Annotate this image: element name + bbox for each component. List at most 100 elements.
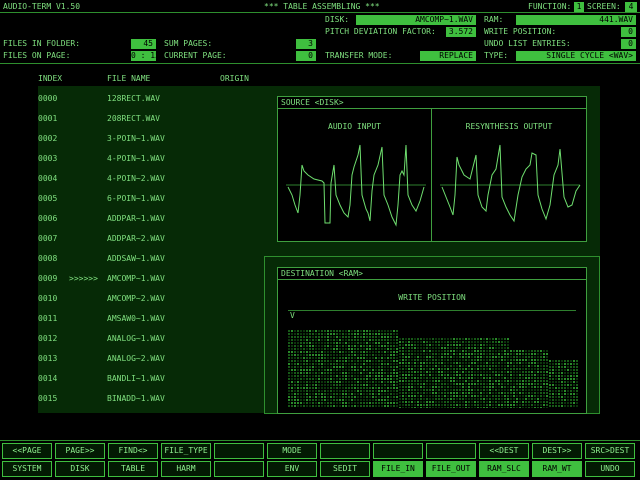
find-button[interactable]: FIND<> <box>108 443 158 459</box>
list-item[interactable]: 0007 ADDPAR~2.WAV <box>38 234 263 244</box>
wavetable-cell <box>378 405 380 407</box>
undo-button[interactable]: UNDO <box>585 461 635 477</box>
wavetable-display[interactable] <box>288 322 578 408</box>
wavetable-cell <box>558 390 560 392</box>
wavetable-cell <box>327 351 329 353</box>
wavetable-cell <box>381 384 383 386</box>
list-item[interactable]: 0008 ADDSAW~1.WAV <box>38 254 263 264</box>
list-item[interactable]: 0010 AMCOMP~2.WAV <box>38 294 263 304</box>
wavetable-cell <box>414 395 416 397</box>
wavetable-cell <box>357 342 359 344</box>
list-item[interactable]: 0001 208RECT.WAV <box>38 114 263 124</box>
write-pos-value[interactable]: 0 <box>621 27 636 37</box>
wavetable-cell <box>336 384 338 386</box>
wavetable-cell <box>405 356 407 358</box>
mode-button[interactable]: MODE <box>267 443 317 459</box>
wavetable-cell <box>534 371 536 373</box>
harm-button[interactable]: HARM <box>161 461 211 477</box>
wavetable-cell <box>351 399 353 401</box>
page-button[interactable]: PAGE>> <box>55 443 105 459</box>
type-value[interactable]: SINGLE CYCLE <WAV> <box>516 51 636 61</box>
src-dest-button[interactable]: SRC>DEST <box>585 443 635 459</box>
list-item[interactable]: 0009 >>>>>> AMCOMP~1.WAV <box>38 274 263 284</box>
env-button[interactable]: ENV <box>267 461 317 477</box>
wavetable-cell <box>489 398 491 400</box>
wavetable-cell <box>408 347 410 349</box>
list-item[interactable]: 0006 ADDPAR~1.WAV <box>38 214 263 224</box>
ram-slc-button[interactable]: RAM_SLC <box>479 461 529 477</box>
page-button[interactable]: <<PAGE <box>2 443 52 459</box>
file-in-button[interactable]: FILE_IN <box>373 461 423 477</box>
wavetable-cell <box>465 362 467 364</box>
wavetable-cell <box>465 392 467 394</box>
ram-wt-button[interactable]: RAM_WT <box>532 461 582 477</box>
wavetable-cell <box>432 347 434 349</box>
empty-button[interactable] <box>214 443 264 459</box>
disk-value[interactable]: AMCOMP~1.WAV <box>356 15 476 25</box>
wavetable-cell <box>573 384 575 386</box>
wavetable-cell <box>408 404 410 406</box>
wavetable-cell <box>315 384 317 386</box>
wavetable-cell <box>315 336 317 338</box>
wavetable-cell <box>516 377 518 379</box>
current-page-value[interactable]: 0 <box>296 51 316 61</box>
wavetable-cell <box>444 368 446 370</box>
empty-button[interactable] <box>320 443 370 459</box>
wavetable-cell <box>489 392 491 394</box>
wavetable-cell <box>357 360 359 362</box>
wavetable-cell <box>453 341 455 343</box>
wavetable-cell <box>408 344 410 346</box>
wavetable-cell <box>447 365 449 367</box>
wavetable-cell <box>471 368 473 370</box>
wavetable-cell <box>498 377 500 379</box>
list-item[interactable]: 0002 3-POIN~1.WAV <box>38 134 263 144</box>
disk-button[interactable]: DISK <box>55 461 105 477</box>
empty-button[interactable] <box>214 461 264 477</box>
list-item[interactable]: 0005 6-POIN~1.WAV <box>38 194 263 204</box>
dest-button[interactable]: DEST>> <box>532 443 582 459</box>
wavetable-cell <box>327 345 329 347</box>
wavetable-cell <box>441 353 443 355</box>
wavetable-cell <box>573 375 575 377</box>
system-button[interactable]: SYSTEM <box>2 461 52 477</box>
list-item[interactable]: 0000 128RECT.WAV <box>38 94 263 104</box>
transfer-value[interactable]: REPLACE <box>420 51 476 61</box>
file-type-button[interactable]: FILE_TYPE <box>161 443 211 459</box>
sedit-button[interactable]: SEDIT <box>320 461 370 477</box>
wavetable-cell <box>321 369 323 371</box>
wavetable-cell <box>522 377 524 379</box>
wavetable-cell <box>426 359 428 361</box>
list-item[interactable]: 0014 BANDLI~1.WAV <box>38 374 263 384</box>
wavetable-cell <box>366 345 368 347</box>
wavetable-cell <box>543 350 545 352</box>
wavetable-cell <box>474 338 476 340</box>
wavetable-cell <box>402 362 404 364</box>
list-item[interactable]: 0012 ANALOG~1.WAV <box>38 334 263 344</box>
empty-button[interactable] <box>373 443 423 459</box>
wavetable-cell <box>510 362 512 364</box>
pitch-label: PITCH DEVIATION FACTOR: <box>325 27 436 36</box>
wavetable-cell <box>432 362 434 364</box>
wavetable-cell <box>288 333 290 335</box>
table-button[interactable]: TABLE <box>108 461 158 477</box>
list-item-index: 0002 <box>38 134 58 143</box>
list-item[interactable]: 0003 4-POIN~1.WAV <box>38 154 263 164</box>
wavetable-cell <box>399 350 401 352</box>
wavetable-cell <box>447 344 449 346</box>
wavetable-cell <box>363 366 365 368</box>
wavetable-cell <box>435 338 437 340</box>
wavetable-cell <box>300 369 302 371</box>
pitch-value[interactable]: 3.572 <box>446 27 476 37</box>
file-out-button[interactable]: FILE_OUT <box>426 461 476 477</box>
empty-button[interactable] <box>426 443 476 459</box>
list-item[interactable]: 0004 4-POIN~2.WAV <box>38 174 263 184</box>
list-item[interactable]: 0011 AMSAW0~1.WAV <box>38 314 263 324</box>
list-item[interactable]: 0013 ANALOG~2.WAV <box>38 354 263 364</box>
wavetable-cell <box>507 341 509 343</box>
wavetable-cell <box>465 365 467 367</box>
list-item[interactable]: 0015 BINADD~1.WAV <box>38 394 263 404</box>
wavetable-cell <box>576 390 578 392</box>
ram-value[interactable]: 441.WAV <box>516 15 636 25</box>
dest-button[interactable]: <<DEST <box>479 443 529 459</box>
wavetable-cell <box>540 371 542 373</box>
